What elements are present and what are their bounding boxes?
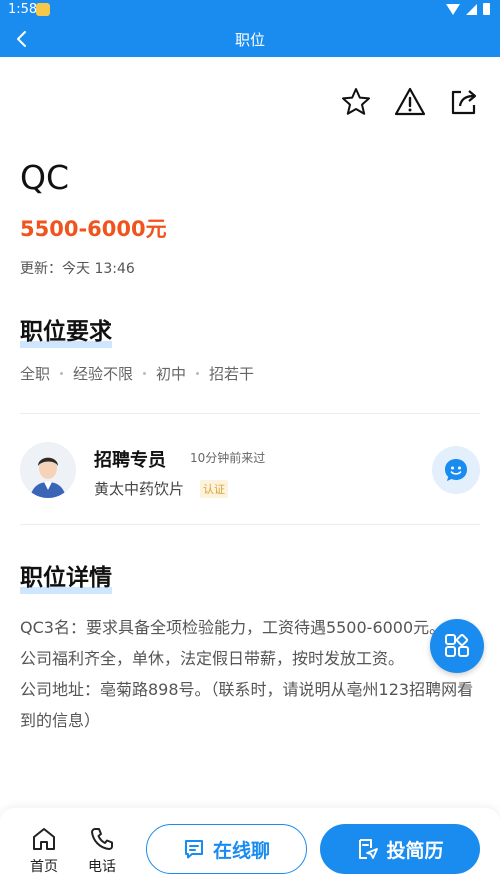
phone-button[interactable]: 电话 <box>80 826 124 876</box>
apply-resume-label: 投简历 <box>386 839 444 862</box>
tag-job-type: 全职 <box>20 365 51 383</box>
wifi-icon <box>446 3 460 15</box>
home-icon <box>33 828 55 850</box>
recruiter-card[interactable]: 招聘专员 10分钟前来过 黄太中药饮片 认证 <box>20 440 480 500</box>
status-bar: 1:58 <box>0 0 500 20</box>
company-name: 黄太中药饮片 <box>94 480 185 498</box>
chat-recruiter-button[interactable] <box>432 446 480 494</box>
phone-label: 电话 <box>88 859 116 875</box>
apply-resume-button[interactable]: 投简历 <box>320 824 480 874</box>
home-button[interactable]: 首页 <box>22 826 66 876</box>
home-label: 首页 <box>30 859 58 875</box>
page-title: 职位 <box>234 31 265 49</box>
job-title: QC <box>20 158 70 197</box>
requirements-heading: 职位要求 <box>20 312 112 348</box>
system-indicators <box>446 3 490 15</box>
description-line: QC3名：要求具备全项检验能力，工资待遇5500-6000元。 <box>20 618 446 637</box>
app-bar: 职位 <box>0 20 500 57</box>
job-description: QC3名：要求具备全项检验能力，工资待遇5500-6000元。 公司福利齐全，单… <box>20 612 480 736</box>
floating-menu-button[interactable] <box>430 619 484 673</box>
online-chat-label: 在线聊 <box>212 839 270 862</box>
job-actions <box>340 86 480 118</box>
phone-icon <box>91 828 113 850</box>
tag-education: 初中 <box>156 365 187 383</box>
resume-send-icon <box>359 839 379 859</box>
divider <box>20 524 480 525</box>
details-heading: 职位详情 <box>20 558 112 594</box>
notification-app-icon <box>36 3 50 16</box>
description-line: 公司福利齐全，单休，法定假日带薪，按时发放工资。 <box>20 649 405 668</box>
recruiter-avatar-icon <box>20 442 76 498</box>
warning-icon[interactable] <box>394 86 426 118</box>
online-chat-button[interactable]: 在线聊 <box>146 824 307 874</box>
divider <box>20 413 480 414</box>
avatar <box>20 442 76 498</box>
smile-chat-icon <box>445 459 467 481</box>
requirement-tags: 全职 经验不限 初中 招若干 <box>20 363 254 384</box>
tag-experience: 经验不限 <box>73 365 134 383</box>
salary: 5500-6000元 <box>20 217 167 241</box>
star-icon[interactable] <box>340 86 372 118</box>
recruiter-last-seen: 10分钟前来过 <box>190 451 266 465</box>
share-icon[interactable] <box>448 86 480 118</box>
apps-grid-icon <box>445 633 469 657</box>
signal-icon <box>466 3 477 15</box>
status-time: 1:58 <box>8 2 38 17</box>
description-line: 公司地址：亳菊路898号。（联系时，请说明从亳州123招聘网看到的信息） <box>20 680 474 730</box>
verified-badge: 认证 <box>200 480 228 498</box>
battery-icon <box>483 3 490 15</box>
recruiter-name: 招聘专员 <box>94 450 166 471</box>
bottom-action-bar: 首页 电话 在线聊 投简历 <box>0 808 500 888</box>
updated-time: 更新：今天 13:46 <box>20 261 135 277</box>
tag-headcount: 招若干 <box>209 365 255 383</box>
message-icon <box>184 840 203 859</box>
